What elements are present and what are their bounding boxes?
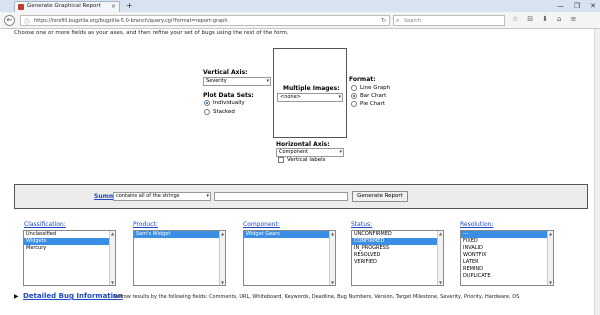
plot-data-sets-label: Plot Data Sets:: [203, 92, 254, 99]
listbox-scrollbar[interactable]: [219, 231, 225, 285]
summary-operator-value: contains all of the strings: [116, 193, 180, 199]
line-graph-label: Line Graph: [360, 85, 391, 91]
list-option[interactable]: UNCONFIRMED: [352, 231, 443, 238]
horizontal-axis-select[interactable]: Component ▾: [276, 148, 344, 157]
detailed-bug-information-link[interactable]: Detailed Bug Information: [23, 292, 123, 300]
list-option[interactable]: VERIFIED: [352, 259, 443, 266]
list-option[interactable]: Unclassified: [24, 231, 115, 238]
resolution-listbox[interactable]: --- FIXED INVALID WONTFIX LATER REMIND DUPLICA…: [460, 230, 554, 286]
reload-icon[interactable]: ↻: [381, 17, 386, 24]
resolution-link[interactable]: Resolution:: [460, 221, 493, 228]
home-icon[interactable]: ⌂: [557, 15, 561, 23]
list-option[interactable]: RESOLVED: [352, 252, 443, 259]
search-field[interactable]: ⌕ Search: [393, 15, 505, 26]
generate-report-button[interactable]: Generate Report: [352, 191, 408, 202]
list-option[interactable]: REMIND: [461, 266, 553, 273]
search-placeholder: Search: [404, 18, 422, 24]
chevron-down-icon: ▾: [339, 149, 342, 155]
bookmark-star-icon[interactable]: ☆: [512, 15, 518, 23]
status-listbox[interactable]: UNCONFIRMED CONFIRMED IN_PROGRESS RESOLVED V…: [351, 230, 444, 286]
title-bar: Generate Graphical Report × + — ❐ ✕: [0, 0, 600, 12]
list-option[interactable]: Sam's Widget: [134, 231, 225, 238]
product-link[interactable]: Product:: [133, 221, 158, 228]
minimize-icon[interactable]: —: [557, 2, 564, 10]
bar-chart-radio[interactable]: [351, 93, 357, 99]
search-icon: ⌕: [396, 17, 400, 24]
back-button[interactable]: ←: [4, 15, 15, 26]
list-option[interactable]: IN_PROGRESS: [352, 245, 443, 252]
vertical-axis-label: Vertical Axis:: [203, 69, 248, 76]
chevron-down-icon: ▾: [206, 193, 209, 199]
intro-text: Choose one or more fields as your axes, …: [14, 30, 289, 36]
line-graph-radio[interactable]: [351, 85, 357, 91]
vertical-axis-select[interactable]: Severity ▾: [203, 77, 271, 86]
tab-title: Generate Graphical Report: [27, 3, 101, 9]
close-tab-icon[interactable]: ×: [111, 3, 116, 10]
listbox-scrollbar[interactable]: [329, 231, 335, 285]
stacked-radio[interactable]: [204, 109, 210, 115]
list-option[interactable]: ---: [461, 231, 553, 238]
individually-label: Individually: [213, 100, 245, 106]
listbox-scrollbar[interactable]: [437, 231, 443, 285]
component-link[interactable]: Component:: [243, 221, 280, 228]
download-icon[interactable]: ⬇: [542, 15, 548, 23]
listbox-scrollbar[interactable]: [547, 231, 553, 285]
chevron-down-icon: ▾: [338, 94, 341, 100]
bugzilla-favicon-icon: [18, 4, 24, 10]
pie-chart-radio[interactable]: [351, 101, 357, 107]
multiple-images-label: Multiple Images:: [283, 85, 340, 92]
multiple-images-select[interactable]: <none> ▾: [277, 93, 343, 102]
listbox-scrollbar[interactable]: [109, 231, 115, 285]
horizontal-axis-value: Component: [279, 149, 309, 155]
list-option[interactable]: Widgets: [24, 238, 115, 245]
menu-icon[interactable]: ≡: [570, 15, 576, 23]
info-icon[interactable]: ⓘ: [24, 17, 30, 26]
summary-operator-select[interactable]: contains all of the strings ▾: [113, 192, 211, 201]
address-bar[interactable]: ⓘ https://lorxfill.bugzilla.org/bugzilla…: [20, 15, 390, 26]
list-option[interactable]: Widget Gears: [244, 231, 335, 238]
browser-tab[interactable]: Generate Graphical Report ×: [14, 1, 120, 12]
url-text: https://lorxfill.bugzilla.org/bugzilla-5…: [34, 18, 228, 24]
status-link[interactable]: Status:: [351, 221, 372, 228]
pie-chart-label: Pie Chart: [360, 101, 385, 107]
horizontal-axis-label: Horizontal Axis:: [276, 141, 330, 148]
close-window-icon[interactable]: ✕: [590, 2, 596, 10]
list-option[interactable]: WONTFIX: [461, 252, 553, 259]
detailed-bug-information-description: Narrow results by the following fields: …: [113, 294, 520, 300]
navigation-bar: ← ⓘ https://lorxfill.bugzilla.org/bugzil…: [0, 12, 600, 29]
classification-listbox[interactable]: Unclassified Widgets Mercury: [23, 230, 116, 286]
classification-link[interactable]: Classification:: [24, 221, 66, 228]
list-option[interactable]: INVALID: [461, 245, 553, 252]
page-scrollbar[interactable]: [594, 29, 600, 315]
stacked-label: Stacked: [213, 109, 235, 115]
individually-radio[interactable]: [204, 100, 210, 106]
list-option[interactable]: CONFIRMED: [352, 238, 443, 245]
maximize-icon[interactable]: ❐: [574, 2, 580, 10]
vertical-labels-checkbox[interactable]: [278, 157, 284, 163]
window-controls: — ❐ ✕: [557, 0, 596, 12]
list-option[interactable]: LATER: [461, 259, 553, 266]
list-option[interactable]: FIXED: [461, 238, 553, 245]
format-label: Format:: [349, 76, 376, 83]
product-listbox[interactable]: Sam's Widget: [133, 230, 226, 286]
new-tab-button[interactable]: +: [126, 1, 133, 10]
component-listbox[interactable]: Widget Gears: [243, 230, 336, 286]
list-option[interactable]: Mercury: [24, 245, 115, 252]
vertical-labels-label: Vertical labels: [287, 157, 326, 163]
multiple-images-value: <none>: [280, 94, 301, 100]
summary-input[interactable]: [214, 192, 348, 201]
bar-chart-label: Bar Chart: [360, 93, 387, 99]
list-option[interactable]: DUPLICATE: [461, 273, 553, 280]
chevron-down-icon: ▾: [266, 78, 269, 84]
vertical-axis-value: Severity: [206, 78, 227, 84]
toolbar-icons: ☆ ⊟ ⬇ ⌂ ≡: [512, 15, 576, 23]
expand-arrow-icon[interactable]: ▶: [14, 293, 19, 300]
reading-list-icon[interactable]: ⊟: [527, 15, 533, 23]
